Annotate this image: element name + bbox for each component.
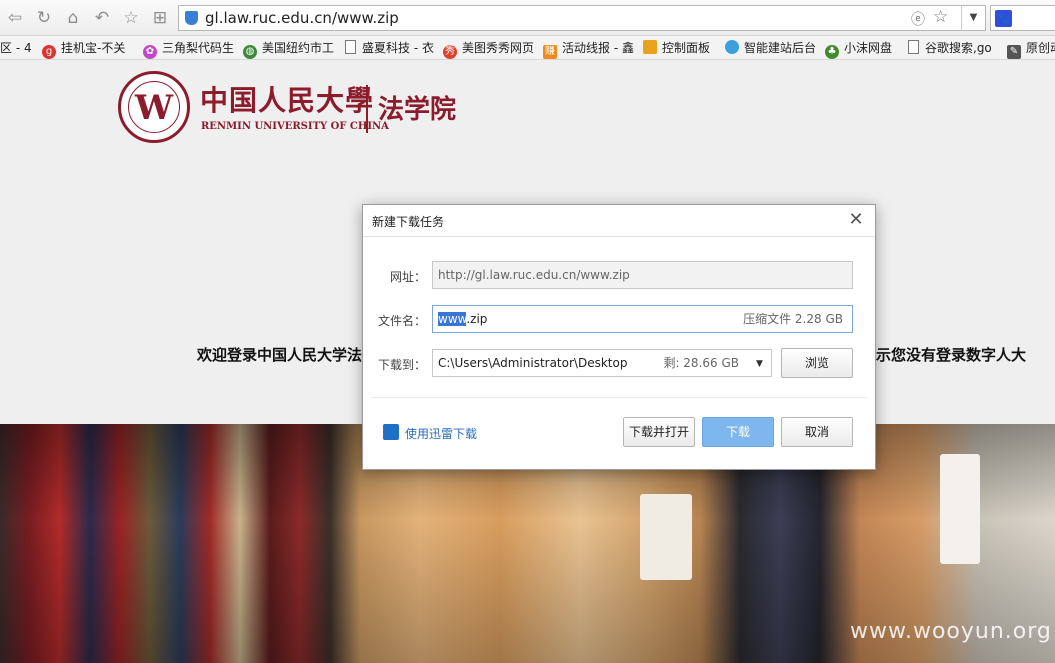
cancel-button[interactable]: 取消 [781,417,853,447]
watermark: www.wooyun.org [850,619,1052,644]
logo-chinese-name: 中国人民大學 [200,84,375,117]
security-shield-icon [185,11,198,25]
divider [371,397,867,398]
apps-icon[interactable]: ⊞ [149,7,171,29]
divider [363,236,875,237]
address-bar[interactable]: gl.law.ruc.edu.cn/www.zip ⓔ ☆ ▼ [178,5,986,31]
bookmark-item[interactable]: ✿ 三角梨代码生 [143,39,235,59]
logo-school-name: 法学院 [378,95,457,125]
address-dropdown-icon[interactable]: ▼ [961,6,985,30]
search-box[interactable]: 🐾 [990,5,1055,31]
bookmark-earn-icon: 赚 [543,45,557,59]
browse-button[interactable]: 浏览 [781,348,853,378]
bookmark-label: 谷歌搜索,go [925,41,992,55]
url-label: 网址： [389,270,426,284]
download-button[interactable]: 下载 [702,417,774,447]
welcome-text-left: 欢迎登录中国人民大学法 [197,346,363,364]
bookmark-item[interactable]: g 挂机宝-不关 [42,39,126,59]
bookmark-page-icon [345,40,356,54]
baidu-paw-icon: 🐾 [995,10,1012,27]
back-icon[interactable]: ⇦ [4,7,26,29]
browser-toolbar: ⇦ ↻ ⌂ ↶ ☆ ⊞ gl.law.ruc.edu.cn/www.zip ⓔ … [0,0,1055,36]
bookmark-item[interactable]: 赚活动线报 - 鑫 [543,39,634,59]
refresh-icon[interactable]: ↻ [33,7,55,29]
bookmark-label: 活动线报 - 鑫 [562,41,634,55]
bookmark-label: 控制面板 [662,41,711,55]
home-icon[interactable]: ⌂ [62,7,84,29]
download-and-open-button[interactable]: 下载并打开 [623,417,695,447]
save-path-combo[interactable]: C:\Users\Administrator\Desktop 剩: 28.66 … [432,349,749,377]
filename-label: 文件名： [377,314,426,328]
save-path-value: C:\Users\Administrator\Desktop [438,356,628,370]
bookmark-item[interactable]: 盛夏科技 - 衣 [345,39,434,57]
bookmark-item[interactable]: ◍ 美国纽约市工 [243,39,335,59]
shelf-label [940,454,980,564]
new-download-dialog: 新建下载任务 ✕ 网址： http://gl.law.ruc.edu.cn/ww… [362,204,876,470]
filename-selection: www [438,312,467,326]
bookmark-globe-icon: ◍ [243,45,257,59]
logo-divider [366,85,368,133]
bookmark-pen-icon: ✎ [1007,45,1021,59]
bookmark-flower-icon: ✿ [143,45,157,59]
bookmark-item[interactable]: ✎ 原创动 [1007,39,1055,59]
bookmark-tree-icon: ♣ [825,45,839,59]
bookmark-label: 小沫网盘 [844,41,893,55]
bookmark-page-icon [908,40,919,54]
bookmark-g-icon: g [42,45,56,59]
welcome-text-right: 示您没有登录数字人大 [876,346,1027,364]
favorite-star-icon[interactable]: ☆ [933,7,948,27]
bookmark-label: 美图秀秀网页 [462,41,535,55]
url-field: http://gl.law.ruc.edu.cn/www.zip [432,261,853,289]
file-type-size: 压缩文件 2.28 GB [743,312,843,326]
bookmark-item[interactable]: 控制面板 [643,39,710,57]
star-icon[interactable]: ☆ [120,7,142,29]
university-logo[interactable]: W 中国人民大學 RENMIN UNIVERSITY OF CHINA 法学院 [118,71,478,145]
bookmark-label: 挂机宝-不关 [61,41,126,55]
address-url[interactable]: gl.law.ruc.edu.cn/www.zip [205,9,399,27]
saveto-label: 下载到： [377,358,426,372]
bookmark-item[interactable]: 智能建站后台 [725,39,816,57]
filename-input[interactable]: www.zip 压缩文件 2.28 GB [432,305,853,333]
bookmark-label: 美国纽约市工 [262,41,335,55]
bookmarks-bar: 区 - 4 g 挂机宝-不关 ✿ 三角梨代码生 ◍ 美国纽约市工 盛夏科技 - 衣 秀… [0,36,1055,60]
bookmark-label: 原创动 [1026,41,1055,55]
bookmark-label: 三角梨代码生 [162,41,235,55]
bookmark-label: 区 - 4 [0,41,32,55]
bookmark-label: 智能建站后台 [744,41,817,55]
bookmark-item[interactable]: 秀美图秀秀网页 [443,39,535,59]
bookmark-item[interactable]: 区 - 4 [0,39,32,57]
bookmark-meitu-icon: 秀 [443,45,457,59]
xunlei-icon [383,424,399,440]
bookmark-item[interactable]: 谷歌搜索,go [908,39,992,57]
filename-extension: .zip [466,312,488,326]
undo-icon[interactable]: ↶ [91,7,113,29]
use-xunlei-link[interactable]: 使用迅雷下载 [405,425,477,442]
bookmark-panel-icon [643,40,657,54]
shelf-label [640,494,692,580]
bookmark-site-icon [725,40,739,54]
bookmark-item[interactable]: ♣ 小沫网盘 [825,39,893,59]
bookmark-label: 盛夏科技 - 衣 [362,41,434,55]
free-space: 剩: 28.66 GB [663,356,739,370]
dialog-title: 新建下载任务 [372,215,445,229]
close-icon[interactable]: ✕ [845,209,867,231]
save-path-dropdown-icon[interactable]: ▼ [748,349,772,377]
university-seal-icon: W [118,71,190,143]
ie-mode-icon[interactable]: ⓔ [911,9,925,29]
logo-english-name: RENMIN UNIVERSITY OF CHINA [201,121,389,132]
